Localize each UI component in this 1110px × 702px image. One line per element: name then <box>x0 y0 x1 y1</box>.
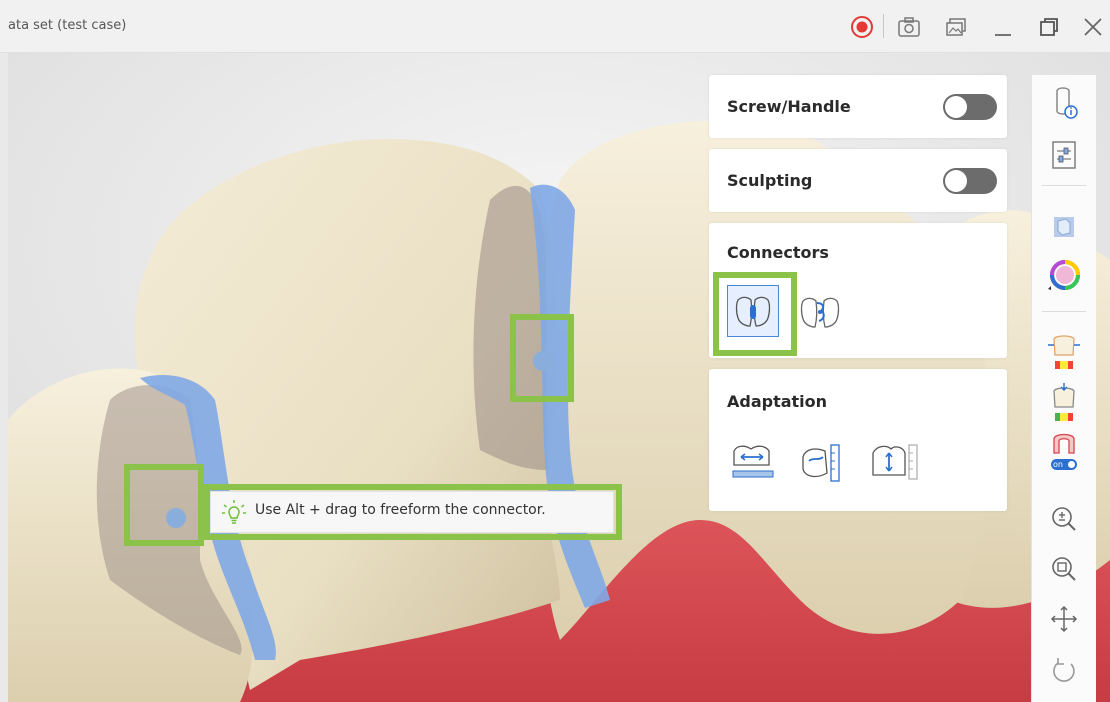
tooth-info-icon <box>1056 87 1078 119</box>
sculpting-label: Sculpting <box>727 171 813 190</box>
show-margin-button[interactable]: on <box>1046 431 1082 475</box>
margin-line-icon <box>1051 433 1077 470</box>
lightbulb-icon <box>222 500 246 524</box>
connector-point-highlight-bottom <box>124 464 204 546</box>
connector-tool-highlight <box>713 272 797 356</box>
zoom-fit-button[interactable] <box>1046 501 1082 537</box>
deviation-map-button[interactable] <box>1046 333 1082 377</box>
tooth-info-button[interactable] <box>1046 85 1082 121</box>
thickness-ruler-icon <box>802 444 840 482</box>
window-title: ata set (test case) <box>8 18 127 33</box>
toolbar-separator <box>1042 311 1086 312</box>
zoom-area-button[interactable] <box>1046 551 1082 587</box>
rotate-button[interactable] <box>1046 653 1082 689</box>
screw-handle-card: Screw/Handle <box>709 75 1007 138</box>
tooth-deviation-icon <box>1048 335 1080 369</box>
adaptation-label: Adaptation <box>727 392 828 411</box>
restore-icon <box>1040 18 1058 36</box>
toolbar-separator <box>1042 185 1086 186</box>
right-toolbar: on <box>1031 75 1096 702</box>
connector-point-highlight-top <box>510 314 574 402</box>
connector-freeform-icon <box>800 297 840 328</box>
adaptation-card: Adaptation <box>709 369 1007 511</box>
zoom-area-icon <box>1052 557 1076 581</box>
screenshot-button[interactable] <box>896 14 922 40</box>
screw-handle-label: Screw/Handle <box>727 97 851 116</box>
rotate-icon <box>1053 658 1075 682</box>
height-adjust-icon <box>872 444 918 480</box>
camera-icon <box>898 17 920 37</box>
color-wheel-icon <box>1048 260 1080 290</box>
adaptation-tool-2[interactable] <box>797 439 849 487</box>
adaptation-tool-3[interactable] <box>867 439 923 487</box>
model-view-button[interactable] <box>1046 209 1082 245</box>
gallery-button[interactable] <box>943 14 969 40</box>
occlusion-icon <box>1053 383 1075 421</box>
record-button[interactable] <box>849 14 875 40</box>
sliders-icon <box>1052 141 1076 169</box>
record-icon <box>851 16 873 38</box>
pan-button[interactable] <box>1046 601 1082 637</box>
close-button[interactable] <box>1080 14 1106 40</box>
connectors-label: Connectors <box>727 243 829 262</box>
zoom-plus-minus-icon <box>1052 507 1076 531</box>
settings-button[interactable] <box>1046 137 1082 173</box>
move-arrows-icon <box>1050 605 1078 633</box>
title-bar: ata set (test case) <box>0 0 1110 53</box>
occlusion-map-button[interactable] <box>1046 381 1082 425</box>
tooltip-text: Use Alt + drag to freeform the connector… <box>255 502 546 518</box>
minimize-icon <box>995 34 1011 36</box>
on-badge-label: on <box>1053 460 1063 469</box>
close-icon <box>1084 18 1102 36</box>
color-button[interactable] <box>1046 258 1082 294</box>
sculpting-card: Sculpting <box>709 149 1007 212</box>
screw-handle-toggle[interactable] <box>943 94 997 120</box>
sculpting-toggle[interactable] <box>943 168 997 194</box>
maximize-button[interactable] <box>1036 14 1062 40</box>
hint-tooltip: Use Alt + drag to freeform the connector… <box>210 491 614 533</box>
cube-icon <box>1054 217 1074 237</box>
contact-adjust-icon <box>732 445 774 478</box>
minimize-button[interactable] <box>990 14 1016 40</box>
gallery-icon <box>946 18 966 36</box>
connector-tool-2[interactable] <box>797 289 843 335</box>
adaptation-tool-1[interactable] <box>729 439 779 487</box>
title-bar-separator <box>883 14 884 38</box>
